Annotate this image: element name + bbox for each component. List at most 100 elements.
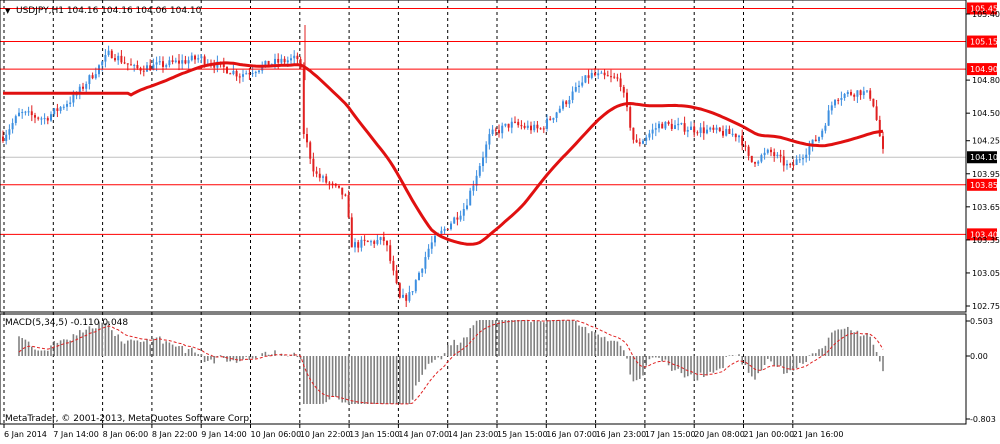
candle-body [574,87,577,92]
candle-body [123,62,126,64]
candle-body [254,72,257,74]
candle-body [590,72,593,78]
candle-body [610,76,612,78]
candle-body [194,55,196,60]
candle-body [718,127,721,132]
price-tick-label: 105.40 [972,10,1000,19]
candle-body [56,108,59,111]
candle-body [773,152,776,157]
candle-body [571,91,574,100]
candle-body [184,60,187,64]
candle-body [328,182,331,184]
candle-body [674,125,676,129]
candle-body [651,129,654,134]
candle-body [802,158,804,160]
candle-body [91,75,94,79]
candle-body [661,123,664,129]
level-label: 105.15 [970,38,998,47]
candle-body [174,60,177,63]
candle-body [366,240,369,242]
candle-body [14,116,17,123]
macd-tick-label: 0.503 [970,317,993,326]
symbol-header: USDJPY,H1 104.16 104.16 104.06 104.10 [16,6,202,16]
candle-body [466,205,468,210]
price-tick-label: 104.25 [972,137,1000,146]
candle-body [286,60,289,63]
candle-body [878,119,881,137]
candle-body [859,90,862,96]
candle-body [744,145,747,147]
candle-body [469,190,472,206]
candle-body [88,75,91,85]
time-label: 6 Jan 2014 [4,430,47,439]
candle-body [2,136,4,141]
candle-body [443,228,446,231]
price-tick-label: 103.95 [972,170,1000,179]
candle-body [133,65,136,67]
candle-body [37,117,40,119]
candle-body [619,78,622,87]
candle-body [72,94,75,103]
candle-body [702,127,705,134]
candle-body [664,121,667,129]
macd-tick-label: -0.803 [970,415,996,424]
candle-body [670,123,673,129]
candle-body [747,146,750,156]
candle-body [376,240,379,244]
trading-chart[interactable]: 105.45 105.15 104.90 103.85 103.40 105.40 104… [0,0,1000,440]
candle-body [280,58,283,63]
candle-body [82,86,84,89]
candle-body [533,124,536,131]
candle-body [760,155,763,162]
candle-body [453,217,456,224]
candle-body [11,122,14,130]
candle-body [408,292,411,301]
candle-body [699,127,702,133]
candle-body [130,64,132,66]
candle-body [725,128,728,136]
time-label: 21 Jan 16:00 [793,430,844,439]
time-label: 8 Jan 22:00 [152,430,198,439]
candle-body [584,75,587,83]
candle-body [555,112,558,118]
candle-body [309,142,312,159]
candle-body [389,245,392,261]
price-tick-label: 103.65 [972,203,1000,212]
candle-body [117,55,120,61]
collapse-triangle-icon[interactable]: ▼ [5,7,11,15]
candle-body [562,101,564,109]
candle-body [322,176,324,178]
candle-body [654,128,657,130]
candle-body [197,58,200,60]
candle-body [494,129,497,131]
candle-body [360,239,363,248]
price-tick-label: 104.50 [972,109,1000,118]
candle-body [546,118,548,129]
candle-body [462,209,465,216]
candle-body [597,73,600,76]
candle-body [779,154,782,157]
candle-body [456,217,459,220]
candle-body [187,60,190,64]
candle-body [846,92,849,95]
candle-body [840,97,843,100]
candle-body [350,217,353,248]
candle-body [418,272,420,281]
candle-body [446,228,449,230]
candle-body [421,268,424,273]
candle-body [168,60,171,66]
candle-body [645,137,648,141]
candle-body [347,195,350,218]
candle-body [798,159,801,161]
time-label: 7 Jan 14:00 [53,430,99,439]
candle-body [875,106,878,120]
candle-body [5,134,8,141]
candle-body [568,99,571,105]
candle-body [427,248,430,258]
candle-body [357,242,360,248]
candle-body [21,112,24,114]
chart-canvas[interactable]: 105.45105.15104.90103.85103.40 105.40104… [0,0,1000,440]
time-label: 16 Jan 23:00 [596,430,647,439]
candle-body [296,55,299,60]
candle-body [856,90,859,97]
